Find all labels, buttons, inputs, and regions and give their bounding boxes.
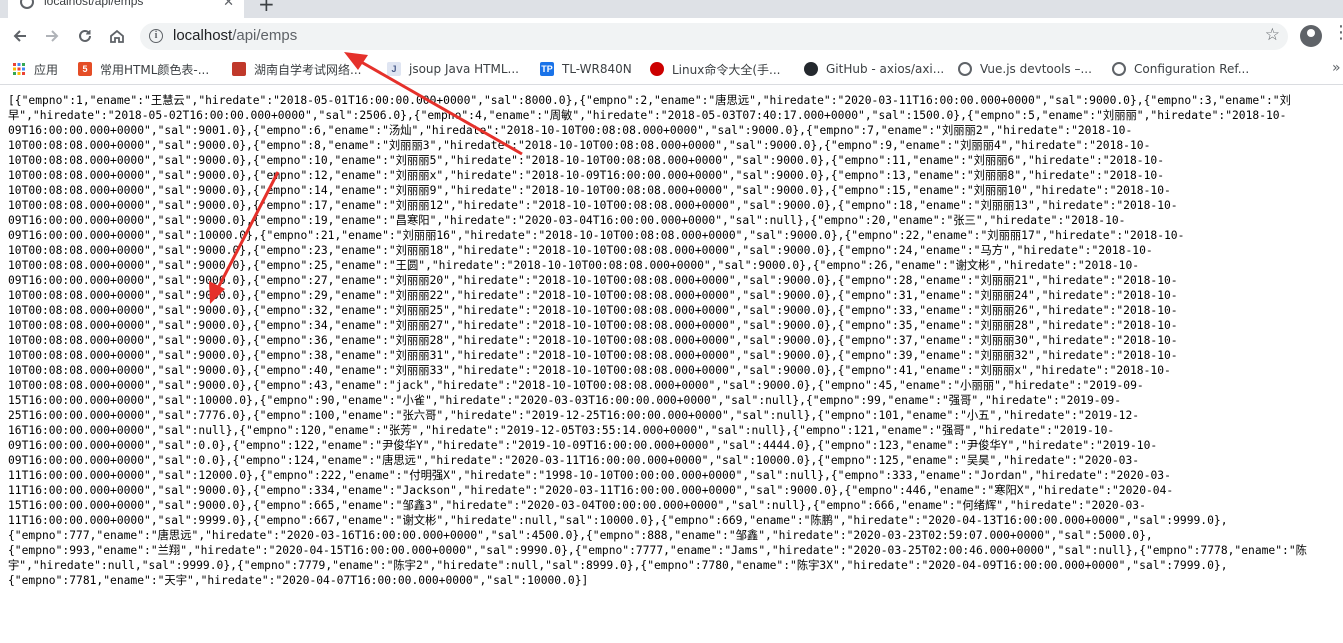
bookmark-linux-commands[interactable]: Linux命令大全(手... xyxy=(650,61,780,77)
bookmark-label: Configuration Ref... xyxy=(1134,62,1250,76)
json-line: 10T00:08:08.000+0000","sal":9000.0},{"em… xyxy=(8,319,1178,332)
bookmark-label: TL-WR840N xyxy=(562,62,632,76)
json-line: 10T00:08:08.000+0000","sal":9000.0},{"em… xyxy=(8,244,1153,257)
arrow-left-icon[interactable] xyxy=(8,24,32,48)
apps-grid-icon xyxy=(12,62,26,76)
json-line: [{"empno":1,"ename":"王慧云","hiredate":"20… xyxy=(8,94,1291,107)
bookmark-label: GitHub - axios/axi... xyxy=(826,62,945,76)
json-response-body: [{"empno":1,"ename":"王慧云","hiredate":"20… xyxy=(8,93,1343,593)
bookmark-label: 常用HTML颜色表-... xyxy=(100,62,210,77)
url-host: localhost xyxy=(173,27,233,44)
bookmark-github-axios[interactable]: GitHub - axios/axi... xyxy=(804,61,944,77)
close-icon[interactable]: ✕ xyxy=(223,0,234,10)
json-line: {"empno":777,"ename":"唐思远","hiredate":"2… xyxy=(8,529,1153,542)
bookmark-tl-wr840n[interactable]: TP TL-WR840N xyxy=(540,61,632,77)
jsoup-icon: J xyxy=(387,62,401,76)
tplink-icon: TP xyxy=(540,62,554,76)
bookmark-apps[interactable]: 应用 xyxy=(12,61,58,77)
json-line: 10T00:08:08.000+0000","sal":9000.0},{"em… xyxy=(8,139,1151,152)
json-line: 早","hiredate":"2018-05-02T16:00:00.000+0… xyxy=(8,109,1287,122)
json-line: 09T16:00:00.000+0000","sal":0.0},{"empno… xyxy=(8,439,1158,452)
json-line: 11T16:00:00.000+0000","sal":12000.0},{"e… xyxy=(8,469,1171,482)
json-line: 10T00:08:08.000+0000","sal":9000.0},{"em… xyxy=(8,169,1164,182)
json-line: 10T00:08:08.000+0000","sal":9000.0},{"em… xyxy=(8,259,1140,272)
json-line: 16T16:00:00.000+0000","sal":null},{"empn… xyxy=(8,424,1115,437)
json-line: 宇","hiredate":null,"sal":9999.0},{"empno… xyxy=(8,559,1228,572)
chrome-web-store-icon xyxy=(958,62,972,76)
json-line: 10T00:08:08.000+0000","sal":9000.0},{"em… xyxy=(8,289,1178,302)
json-line: 09T16:00:00.000+0000","sal":10000.0},{"e… xyxy=(8,229,1185,242)
info-icon[interactable]: i xyxy=(149,29,163,43)
github-icon xyxy=(804,62,818,76)
chevron-right-icon[interactable]: » xyxy=(1332,60,1341,76)
json-line: 25T16:00:00.000+0000","sal":7776.0},{"em… xyxy=(8,409,1140,422)
bookmark-label: 应用 xyxy=(34,62,59,77)
bookmark-vue-devtools[interactable]: Vue.js devtools –... xyxy=(958,61,1092,77)
reload-icon[interactable] xyxy=(73,24,97,48)
profile-avatar-icon[interactable] xyxy=(1300,25,1322,47)
star-icon[interactable]: ☆ xyxy=(1265,25,1280,45)
json-line: 10T00:08:08.000+0000","sal":9000.0},{"em… xyxy=(8,154,1164,167)
json-line: {"empno":7781,"ename":"天宇","hiredate":"2… xyxy=(8,574,589,587)
url-path: /api/emps xyxy=(232,27,298,44)
json-line: 10T00:08:08.000+0000","sal":9000.0},{"em… xyxy=(8,349,1178,362)
url-text[interactable]: localhost/api/emps xyxy=(173,27,297,44)
json-line: 10T00:08:08.000+0000","sal":9000.0},{"em… xyxy=(8,379,1144,392)
json-line: 11T16:00:00.000+0000","sal":9000.0},{"em… xyxy=(8,484,1174,497)
json-line: 10T00:08:08.000+0000","sal":9000.0},{"em… xyxy=(8,304,1178,317)
more-menu-icon[interactable]: ⋮ xyxy=(1332,22,1343,43)
bookmark-label: Vue.js devtools –... xyxy=(980,62,1092,76)
html5-icon: 5 xyxy=(78,62,92,76)
page-icon xyxy=(232,62,246,76)
json-line: 15T16:00:00.000+0000","sal":9000.0},{"em… xyxy=(8,499,1146,512)
json-line: 10T00:08:08.000+0000","sal":9000.0},{"em… xyxy=(8,199,1178,212)
bookmark-jsoup[interactable]: J jsoup Java HTML... xyxy=(387,61,519,77)
address-bar[interactable]: i localhost/api/emps ☆ xyxy=(140,23,1288,50)
globe-icon xyxy=(20,0,34,9)
json-line: 09T16:00:00.000+0000","sal":0.0},{"empno… xyxy=(8,454,1140,467)
redhat-icon xyxy=(650,62,664,76)
json-line: 11T16:00:00.000+0000","sal":9999.0},{"em… xyxy=(8,514,1228,527)
chrome-web-store-icon xyxy=(1112,62,1126,76)
bookmark-html-colors[interactable]: 5 常用HTML颜色表-... xyxy=(78,61,209,77)
json-line: 15T16:00:00.000+0000","sal":10000.0},{"e… xyxy=(8,394,1121,407)
tab-title: localhost/api/emps xyxy=(44,0,144,8)
bookmark-label: Linux命令大全(手... xyxy=(672,62,781,77)
json-line: 10T00:08:08.000+0000","sal":9000.0},{"em… xyxy=(8,364,1171,377)
json-line: {"empno":993,"ename":"兰翔","hiredate":"20… xyxy=(8,544,1307,557)
tab-localhost-api-emps[interactable]: localhost/api/emps ✕ xyxy=(8,0,244,18)
json-line: 09T16:00:00.000+0000","sal":9000.0},{"em… xyxy=(8,274,1178,287)
bookmark-configuration-ref[interactable]: Configuration Ref... xyxy=(1112,61,1249,77)
plus-icon[interactable]: + xyxy=(258,0,275,16)
arrow-right-icon[interactable] xyxy=(40,24,64,48)
bookmark-label: 湖南自学考试网络... xyxy=(254,62,362,77)
home-icon[interactable] xyxy=(105,24,129,48)
json-line: 10T00:08:08.000+0000","sal":9000.0},{"em… xyxy=(8,184,1171,197)
json-line: 09T16:00:00.000+0000","sal":9001.0},{"em… xyxy=(8,124,1133,137)
json-line: 09T16:00:00.000+0000","sal":9000.0},{"em… xyxy=(8,214,1126,227)
tab-strip: localhost/api/emps ✕ + xyxy=(0,0,1343,18)
json-line: 10T00:08:08.000+0000","sal":9000.0},{"em… xyxy=(8,334,1178,347)
bookmarks-bar: 应用 5 常用HTML颜色表-... 湖南自学考试网络... J jsoup J… xyxy=(0,54,1343,85)
bookmark-label: jsoup Java HTML... xyxy=(409,62,519,76)
bookmark-hunan-exam[interactable]: 湖南自学考试网络... xyxy=(232,61,361,77)
browser-toolbar: i localhost/api/emps ☆ ⋮ xyxy=(0,18,1343,54)
